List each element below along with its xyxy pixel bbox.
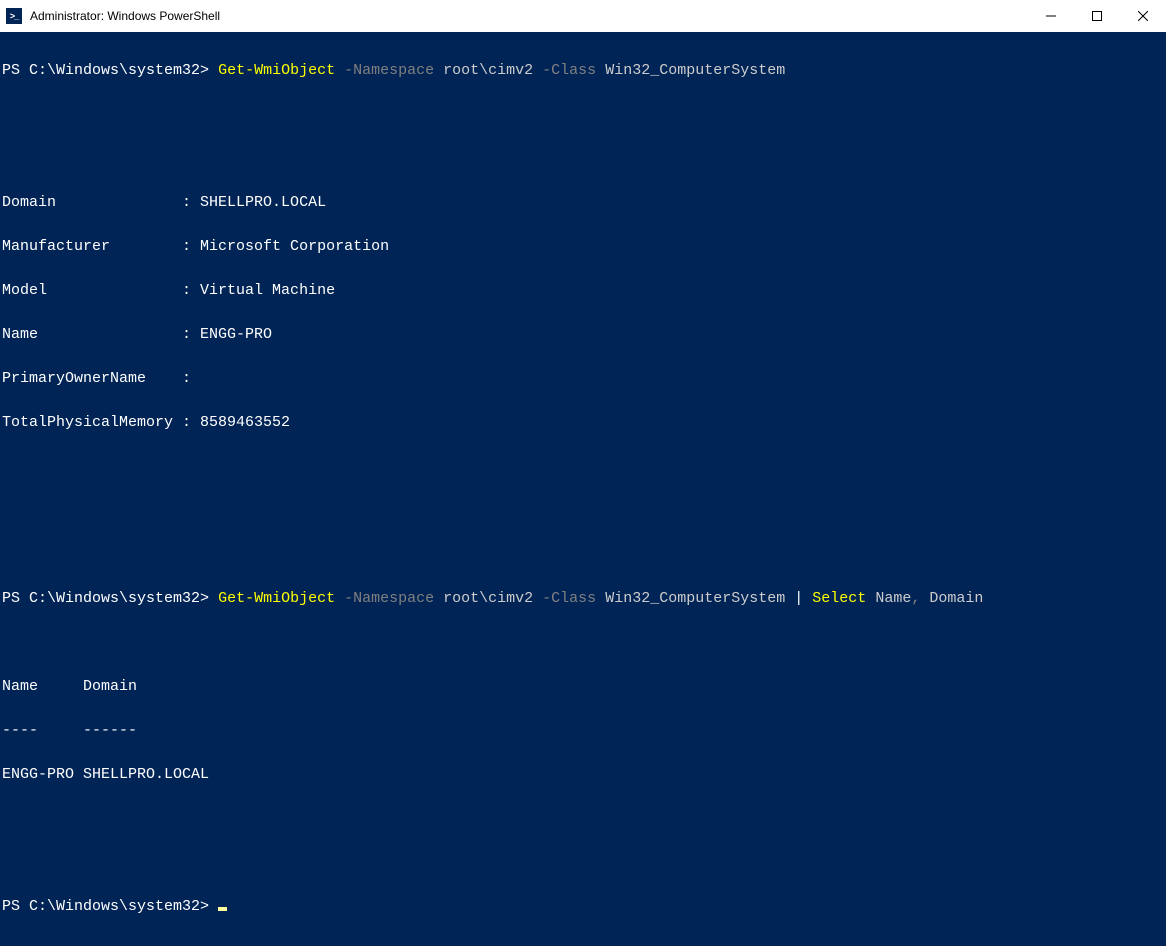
- prompt: PS C:\Windows\system32>: [2, 590, 209, 607]
- blank-line: [2, 104, 1164, 126]
- sep-name: ----: [2, 722, 38, 739]
- property-value: ENGG-PRO: [200, 326, 272, 343]
- property-value: Microsoft Corporation: [200, 238, 389, 255]
- argument: root\cimv2: [443, 590, 533, 607]
- cursor: [218, 907, 227, 911]
- table-separator: ---- ------: [2, 720, 1164, 742]
- column: Domain: [929, 590, 983, 607]
- prompt: PS C:\Windows\system32>: [2, 898, 209, 915]
- property-label: Name :: [2, 326, 200, 343]
- parameter: -Namespace: [344, 62, 434, 79]
- argument: Win32_ComputerSystem: [605, 62, 785, 79]
- blank-line: [2, 632, 1164, 654]
- cmdlet: Select: [812, 590, 866, 607]
- sep-domain: ------: [83, 722, 137, 739]
- terminal-area[interactable]: PS C:\Windows\system32> Get-WmiObject -N…: [0, 32, 1166, 946]
- prompt-line: PS C:\Windows\system32>: [2, 896, 1164, 918]
- parameter: -Class: [542, 590, 596, 607]
- output-row: TotalPhysicalMemory : 8589463552: [2, 412, 1164, 434]
- property-value: SHELLPRO.LOCAL: [200, 194, 326, 211]
- table-row: ENGG-PRO SHELLPRO.LOCAL: [2, 764, 1164, 786]
- property-label: Manufacturer :: [2, 238, 200, 255]
- parameter: -Class: [542, 62, 596, 79]
- minimize-button[interactable]: [1028, 0, 1074, 32]
- powershell-icon: [6, 8, 22, 24]
- window-controls: [1028, 0, 1166, 32]
- maximize-button[interactable]: [1074, 0, 1120, 32]
- cmdlet: Get-WmiObject: [218, 590, 335, 607]
- window-titlebar: Administrator: Windows PowerShell: [0, 0, 1166, 32]
- command-line-2: PS C:\Windows\system32> Get-WmiObject -N…: [2, 588, 1164, 610]
- blank-line: [2, 148, 1164, 170]
- window-title: Administrator: Windows PowerShell: [30, 9, 1028, 23]
- argument: root\cimv2: [443, 62, 533, 79]
- blank-line: [2, 500, 1164, 522]
- property-value: 8589463552: [200, 414, 290, 431]
- column: Name: [875, 590, 911, 607]
- blank-line: [2, 852, 1164, 874]
- table-header: Name Domain: [2, 676, 1164, 698]
- parameter: -Namespace: [344, 590, 434, 607]
- output-row: PrimaryOwnerName :: [2, 368, 1164, 390]
- close-button[interactable]: [1120, 0, 1166, 32]
- blank-line: [2, 544, 1164, 566]
- pipe: |: [794, 590, 803, 607]
- prompt: PS C:\Windows\system32>: [2, 62, 209, 79]
- output-row: Model : Virtual Machine: [2, 280, 1164, 302]
- property-label: TotalPhysicalMemory :: [2, 414, 200, 431]
- output-row: Domain : SHELLPRO.LOCAL: [2, 192, 1164, 214]
- cmdlet: Get-WmiObject: [218, 62, 335, 79]
- argument: Win32_ComputerSystem: [605, 590, 785, 607]
- header-domain: Domain: [83, 678, 137, 695]
- blank-line: [2, 808, 1164, 830]
- property-label: PrimaryOwnerName :: [2, 370, 200, 387]
- header-name: Name: [2, 678, 38, 695]
- property-label: Model :: [2, 282, 200, 299]
- property-label: Domain :: [2, 194, 200, 211]
- cell-domain: SHELLPRO.LOCAL: [83, 766, 209, 783]
- cell-name: ENGG-PRO: [2, 766, 74, 783]
- output-row: Name : ENGG-PRO: [2, 324, 1164, 346]
- comma: ,: [911, 590, 920, 607]
- property-value: Virtual Machine: [200, 282, 335, 299]
- command-line-1: PS C:\Windows\system32> Get-WmiObject -N…: [2, 60, 1164, 82]
- output-row: Manufacturer : Microsoft Corporation: [2, 236, 1164, 258]
- blank-line: [2, 456, 1164, 478]
